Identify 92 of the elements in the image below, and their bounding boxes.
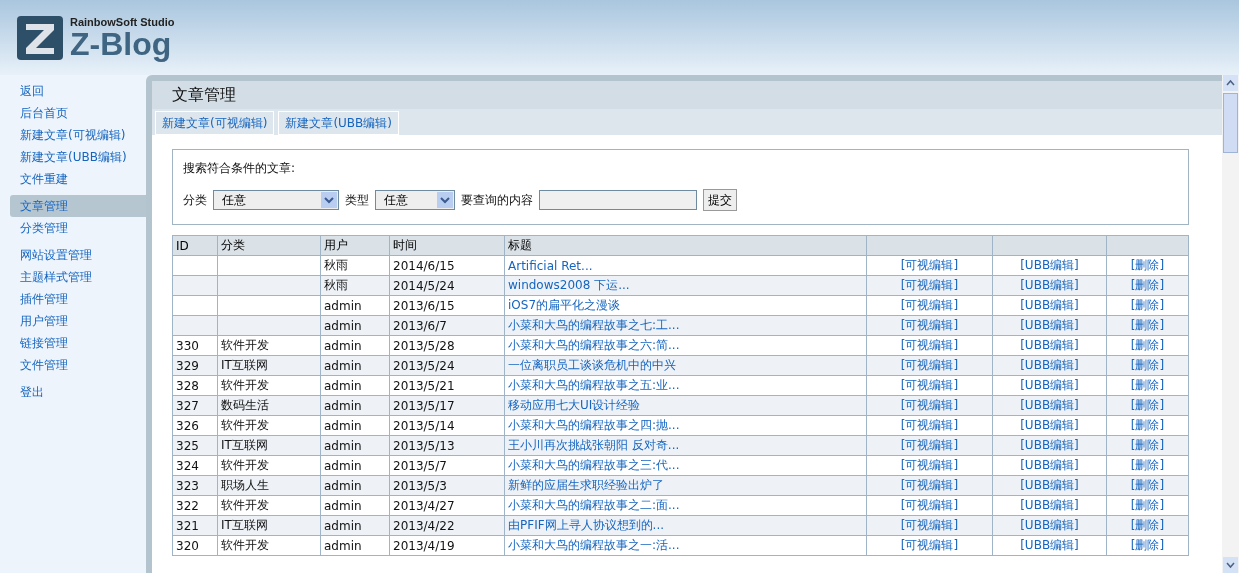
sidebar-item[interactable]: 文章管理 — [10, 195, 146, 217]
column-header: ID — [172, 235, 218, 256]
category-cell: 软件开发 — [221, 538, 269, 552]
sidebar-item[interactable]: 用户管理 — [10, 310, 146, 332]
date-cell: 2013/4/22 — [393, 518, 455, 533]
search-heading: 搜索符合条件的文章: — [183, 160, 297, 177]
user-cell: admin — [324, 418, 362, 433]
brand-name: RainbowSoft Studio — [70, 15, 175, 28]
category-cell: IT互联网 — [221, 518, 268, 532]
category-label: 分类 — [183, 191, 207, 209]
user-cell: admin — [324, 518, 362, 533]
date-cell: 2014/5/24 — [393, 278, 455, 293]
title-link[interactable]: Artificial Ret... — [508, 258, 593, 273]
date-cell: 2013/5/3 — [393, 478, 447, 493]
sidebar-item[interactable]: 主题样式管理 — [10, 266, 146, 288]
user-cell: admin — [324, 498, 362, 513]
panel-title: 文章管理 — [152, 81, 1222, 109]
type-select[interactable]: 任意 — [375, 190, 455, 210]
query-label: 要查询的内容 — [461, 191, 533, 209]
sidebar-item[interactable]: 新建文章(UBB编辑) — [10, 146, 146, 168]
category-cell: 数码生活 — [221, 398, 269, 412]
category-select[interactable]: 任意 — [213, 190, 339, 210]
date-cell: 2013/6/7 — [393, 318, 447, 333]
sidebar-item[interactable]: 网站设置管理 — [10, 244, 146, 266]
scroll-down-icon[interactable] — [1222, 557, 1239, 573]
submit-button[interactable]: 提交 — [703, 189, 737, 211]
id-cell: 324 — [176, 458, 199, 473]
user-cell: admin — [324, 438, 362, 453]
user-cell: 秋雨 — [324, 278, 348, 292]
date-cell: 2013/5/24 — [393, 358, 455, 373]
scroll-thumb[interactable] — [1223, 93, 1238, 153]
column-header: 标题 — [504, 235, 867, 256]
date-cell: 2013/5/7 — [393, 458, 447, 473]
date-cell: 2014/6/15 — [393, 258, 455, 273]
category-cell: 软件开发 — [221, 338, 269, 352]
category-cell: 职场人生 — [221, 478, 269, 492]
scrollbar[interactable] — [1222, 75, 1239, 573]
user-cell: 秋雨 — [324, 258, 348, 272]
sidebar-item[interactable]: 后台首页 — [10, 102, 146, 124]
sidebar-item[interactable]: 分类管理 — [10, 217, 146, 239]
sidebar-item[interactable]: 返回 — [10, 80, 146, 102]
column-header: 分类 — [217, 235, 321, 256]
logo-icon — [16, 14, 64, 61]
user-cell: admin — [324, 358, 362, 373]
type-label: 类型 — [345, 191, 369, 209]
user-cell: admin — [324, 298, 362, 313]
id-cell: 321 — [176, 518, 199, 533]
user-cell: admin — [324, 318, 362, 333]
id-cell: 327 — [176, 398, 199, 413]
id-cell: 329 — [176, 358, 199, 373]
category-cell: IT互联网 — [221, 358, 268, 372]
dropdown-icon — [321, 192, 337, 208]
dropdown-icon — [437, 192, 453, 208]
user-cell: admin — [324, 478, 362, 493]
category-cell: 软件开发 — [221, 498, 269, 512]
user-cell: admin — [324, 398, 362, 413]
id-cell: 326 — [176, 418, 199, 433]
category-cell: 软件开发 — [221, 418, 269, 432]
id-cell: 323 — [176, 478, 199, 493]
date-cell: 2013/5/14 — [393, 418, 455, 433]
column-header: 时间 — [389, 235, 505, 256]
sidebar-item[interactable]: 文件管理 — [10, 354, 146, 376]
date-cell: 2013/5/13 — [393, 438, 455, 453]
user-cell: admin — [324, 458, 362, 473]
sidebar-item[interactable]: 新建文章(可视编辑) — [10, 124, 146, 146]
id-cell: 328 — [176, 378, 199, 393]
user-cell: admin — [324, 378, 362, 393]
date-cell: 2013/4/27 — [393, 498, 455, 513]
id-cell: 320 — [176, 538, 199, 553]
date-cell: 2013/6/15 — [393, 298, 455, 313]
date-cell: 2013/5/21 — [393, 378, 455, 393]
column-header: 用户 — [320, 235, 390, 256]
sidebar-item[interactable]: 插件管理 — [10, 288, 146, 310]
id-cell: 325 — [176, 438, 199, 453]
date-cell: 2013/5/28 — [393, 338, 455, 353]
new-article-tab[interactable]: 新建文章(UBB编辑) — [278, 111, 399, 135]
sidebar-item[interactable]: 文件重建 — [10, 168, 146, 190]
sidebar-item[interactable]: 登出 — [10, 381, 146, 403]
id-cell: 322 — [176, 498, 199, 513]
category-cell: 软件开发 — [221, 378, 269, 392]
date-cell: 2013/5/17 — [393, 398, 455, 413]
new-article-tab[interactable]: 新建文章(可视编辑) — [155, 111, 275, 135]
logo-text: Z-Blog — [70, 27, 172, 60]
user-cell: admin — [324, 338, 362, 353]
sidebar-item[interactable]: 链接管理 — [10, 332, 146, 354]
category-cell: IT互联网 — [221, 438, 268, 452]
id-cell: 330 — [176, 338, 199, 353]
scroll-up-icon[interactable] — [1222, 75, 1239, 91]
query-field[interactable] — [539, 190, 697, 210]
category-cell: 软件开发 — [221, 458, 269, 472]
user-cell: admin — [324, 538, 362, 553]
date-cell: 2013/4/19 — [393, 538, 455, 553]
